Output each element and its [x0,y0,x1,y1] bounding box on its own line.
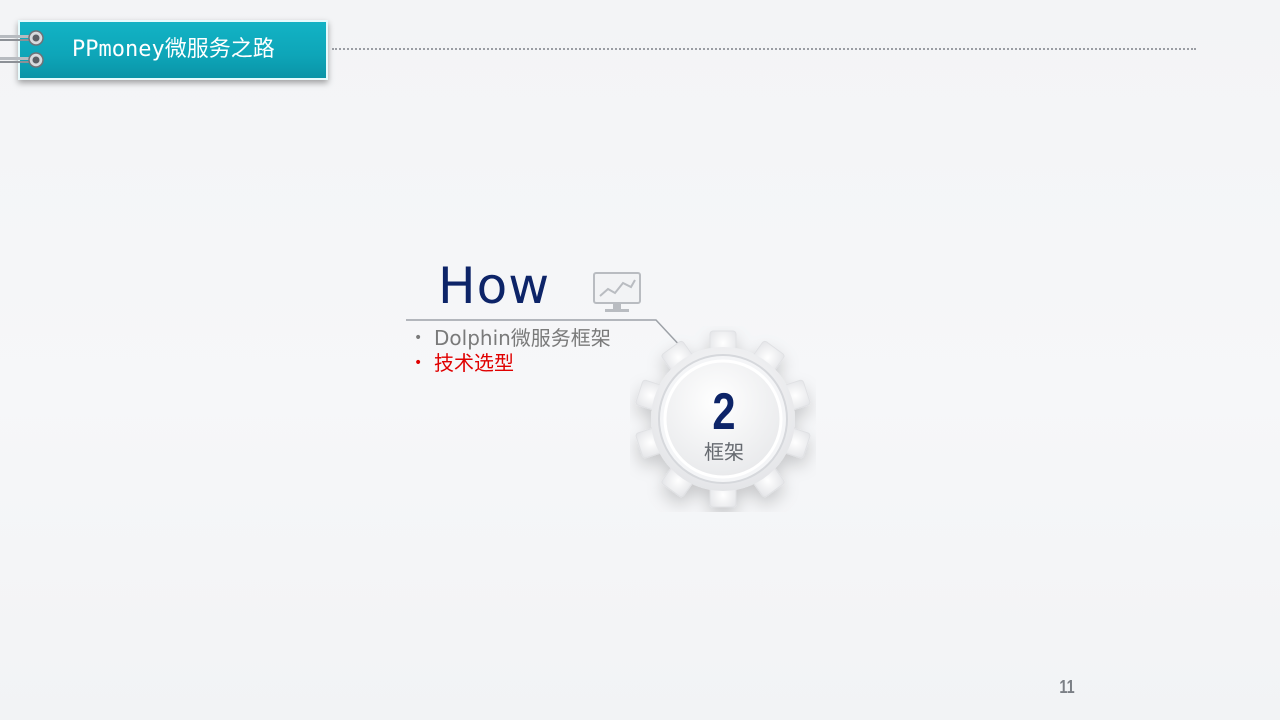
topic-list: • Dolphin微服务框架 • 技术选型 [414,326,611,376]
bullet-dot: • [414,355,423,371]
list-item-label: Dolphin微服务框架 [434,326,611,350]
header-divider [332,48,1196,50]
bullet-dot: • [414,330,423,346]
title-banner: PPmoney微服务之路 [18,20,328,80]
list-item: • 技术选型 [414,351,611,376]
binder-rings-icon [0,30,44,68]
list-item-label: 技术选型 [434,351,514,375]
deck-title: PPmoney微服务之路 [72,37,275,62]
slide: PPmoney微服务之路 How • Dolphin微服务框架 • 技术选型 2… [0,0,1280,720]
chart-monitor-icon [593,272,641,312]
section-heading: How [438,257,551,315]
section-label: 框架 [704,440,744,464]
section-number: 2 [712,383,736,441]
page-number: 11 [1059,677,1075,697]
list-item: • Dolphin微服务框架 [414,326,611,351]
